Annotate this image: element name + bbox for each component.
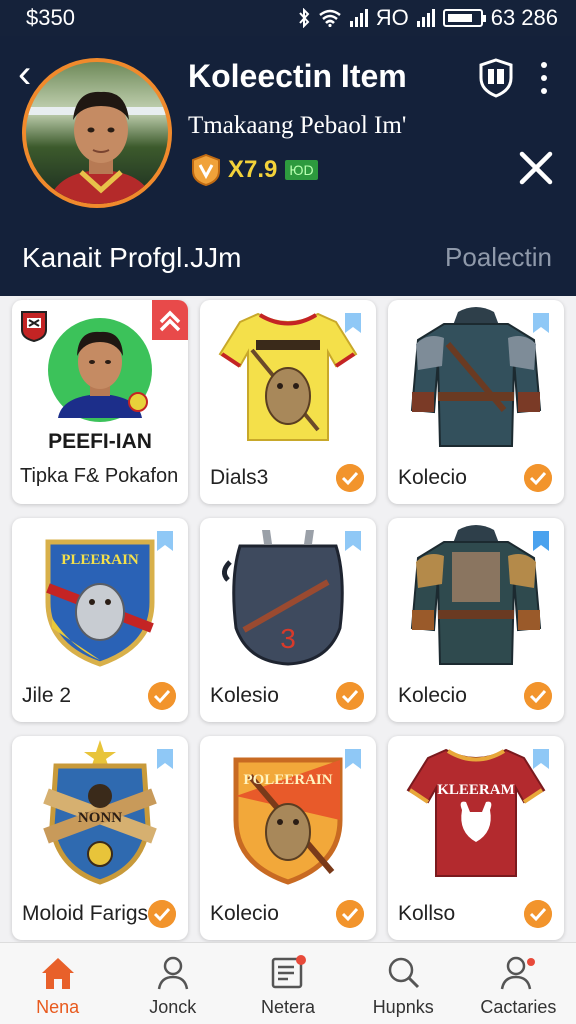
collection-card[interactable]: KLEERAM Kollso <box>388 736 564 940</box>
bookmark-icon[interactable] <box>344 312 362 334</box>
bluetooth-icon <box>298 8 310 28</box>
card-label: Jile 2 <box>22 684 72 707</box>
crest-text: PLEERAIN <box>61 552 139 568</box>
back-button[interactable]: ‹ <box>18 54 31 94</box>
collection-card[interactable]: Kolecio <box>388 518 564 722</box>
bookmark-icon[interactable] <box>532 530 550 552</box>
bag-number: 3 <box>280 623 296 654</box>
search-icon <box>388 957 420 989</box>
check-icon <box>148 900 176 928</box>
collection-card[interactable]: Kolecio <box>388 300 564 504</box>
signal-icon <box>349 9 368 27</box>
collection-card-profile[interactable]: PEEFI-IAN Tipka F& Pokafon <box>12 300 188 504</box>
card-label: Kolesio <box>210 684 279 707</box>
bookmark-icon[interactable] <box>532 748 550 770</box>
price-badge: ЮD <box>285 160 318 180</box>
header-subtitle: Tmakaang Pebaol Im' <box>188 112 407 139</box>
collection-card[interactable]: NONN Moloid Farigs <box>12 736 188 940</box>
nav-label: Netera <box>260 997 316 1017</box>
nav-label: Nena <box>36 997 80 1017</box>
collection-card[interactable]: POLEERAIN Kolecio <box>200 736 376 940</box>
network-label: ЯO <box>375 5 409 30</box>
check-icon <box>336 682 364 710</box>
bookmark-icon[interactable] <box>532 312 550 334</box>
avatar <box>22 58 172 208</box>
collection-card[interactable]: PLEERAIN Jile 2 <box>12 518 188 722</box>
card-label: Tipka F& Pokafon <box>20 465 179 487</box>
close-icon[interactable] <box>516 148 556 188</box>
player-portrait-icon <box>26 91 168 204</box>
profile-alert-icon <box>501 956 536 990</box>
profile-label: Kanait Profgl.JJm <box>22 242 242 273</box>
check-icon <box>524 682 552 710</box>
card-label: Kolecio <box>210 902 279 925</box>
home-icon <box>41 958 74 989</box>
collection-link[interactable]: Poalectin <box>445 242 552 273</box>
nav-label: Jonck <box>149 997 197 1017</box>
bookmark-icon[interactable] <box>156 530 174 552</box>
bookmark-icon[interactable] <box>344 530 362 552</box>
card-label: Kollso <box>398 902 456 925</box>
nav-item-hupnks[interactable]: Hupnks <box>346 943 461 1024</box>
status-right-text: 63 286 <box>490 5 558 30</box>
shield-icon[interactable] <box>478 58 514 98</box>
status-bar: $350 ЯO 63 286 <box>0 0 576 36</box>
price-row: X7.9 ЮD <box>192 154 318 186</box>
more-options-button[interactable] <box>534 62 554 94</box>
header: ‹ Koleectin Item Tmakaang Pebaol Im' X7.… <box>0 36 576 296</box>
tiger-badge-icon <box>192 154 220 186</box>
check-icon <box>336 900 364 928</box>
person-icon <box>157 956 189 990</box>
bookmark-icon[interactable] <box>344 748 362 770</box>
card-title: PEEFI-IAN <box>48 430 152 453</box>
card-label: Kolecio <box>398 684 467 707</box>
jersey-text: KLEERAM <box>437 782 515 798</box>
player-portrait-icon <box>48 318 152 422</box>
collection-card[interactable]: Dials3 <box>200 300 376 504</box>
status-icons: ЯO 63 286 <box>298 5 558 31</box>
nav-item-jonck[interactable]: Jonck <box>115 943 230 1024</box>
check-icon <box>524 464 552 492</box>
nav-label: Hupnks <box>372 997 434 1017</box>
bottom-nav: Nena Jonck Netera Hupnks Cactaries <box>0 942 576 1024</box>
collection-card[interactable]: 3 Kolesio <box>200 518 376 722</box>
check-icon <box>148 682 176 710</box>
collection-grid: PEEFI-IAN Tipka F& Pokafon Dials3 Koleci… <box>12 300 564 940</box>
check-icon <box>524 900 552 928</box>
signal-icon-2 <box>416 9 435 27</box>
battery-icon <box>442 9 486 27</box>
check-icon <box>336 464 364 492</box>
bookmark-icon[interactable] <box>156 748 174 770</box>
wifi-icon <box>318 9 341 27</box>
card-label: Kolecio <box>398 466 467 489</box>
status-time: $350 <box>26 5 75 30</box>
card-label: Dials3 <box>210 466 269 489</box>
nav-item-netera[interactable]: Netera <box>230 943 345 1024</box>
news-icon <box>271 955 306 989</box>
nav-item-cactaries[interactable]: Cactaries <box>461 943 576 1024</box>
crest-text: POLEERAIN <box>243 772 332 788</box>
nav-item-home[interactable]: Nena <box>0 943 115 1024</box>
price-value: X7.9 <box>228 156 278 183</box>
page-title: Koleectin Item <box>188 58 407 94</box>
nav-label: Cactaries <box>480 997 557 1017</box>
card-label: Moloid Farigs <box>22 902 149 925</box>
emblem-text: NONN <box>78 810 122 826</box>
